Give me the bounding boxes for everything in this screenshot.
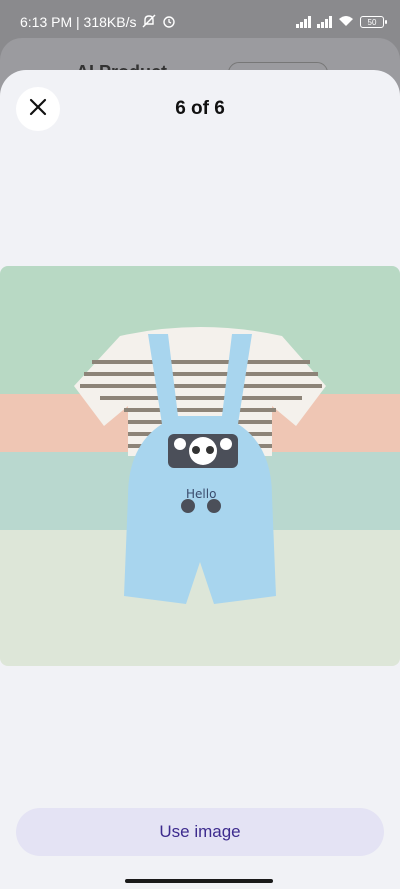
signal-icon-2 <box>317 16 332 28</box>
status-time: 6:13 PM | 318KB/s <box>20 14 137 30</box>
romper-illustration: Hello <box>0 266 400 666</box>
home-indicator <box>125 879 273 883</box>
status-right: 50 <box>296 14 387 30</box>
use-image-button[interactable]: Use image <box>16 808 384 856</box>
signal-icon <box>296 16 311 28</box>
alarm-icon <box>162 14 176 31</box>
photo-hello-text: Hello <box>186 487 216 501</box>
battery-icon: 50 <box>360 16 387 28</box>
image-counter: 6 of 6 <box>175 98 225 119</box>
status-left: 6:13 PM | 318KB/s <box>20 14 176 31</box>
product-photo: Hello <box>0 266 400 666</box>
mute-icon <box>142 14 156 31</box>
wifi-icon <box>338 14 354 30</box>
image-viewer-sheet: 6 of 6 Hello Use image <box>0 70 400 889</box>
